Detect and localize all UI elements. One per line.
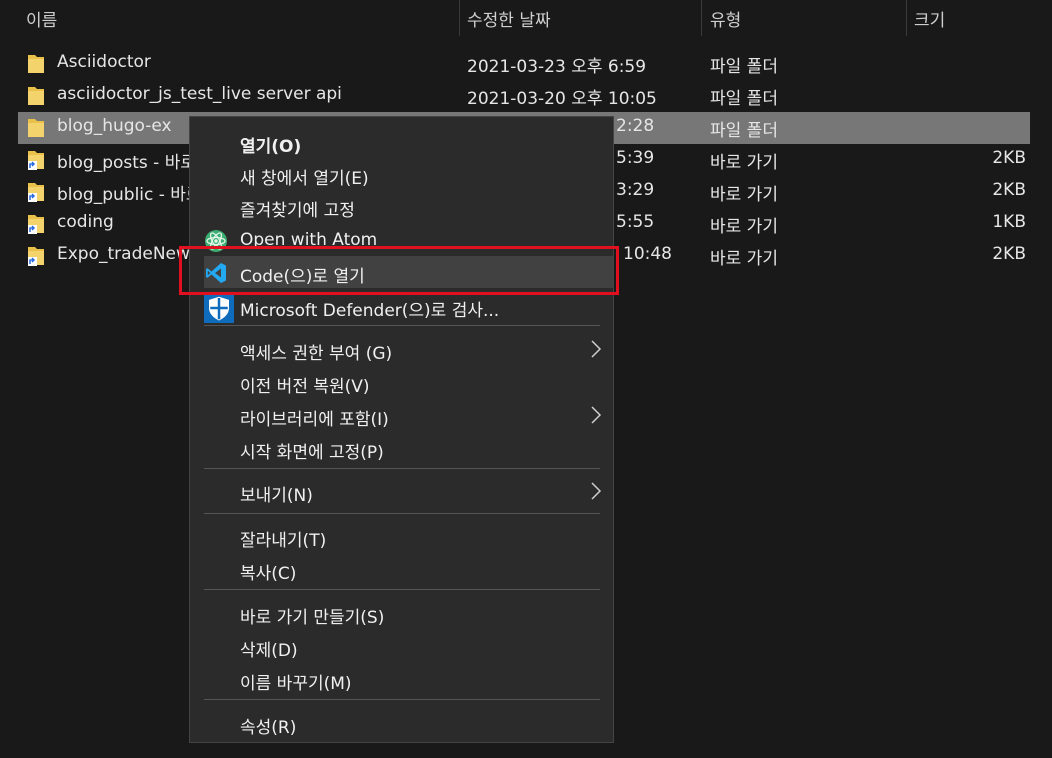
menu-item-label: Microsoft Defender(으)로 검사... (240, 301, 500, 321)
folder-shortcut-icon (28, 183, 44, 202)
menu-item-rename[interactable]: 이름 바꾸기(M) (190, 663, 613, 695)
menu-item-label: 속성(R) (240, 718, 297, 738)
column-divider[interactable] (459, 0, 460, 36)
menu-item-send-to[interactable]: 보내기(N) (190, 475, 613, 507)
file-size: 2KB (992, 180, 1026, 200)
file-date: 5:55 (616, 212, 655, 232)
menu-item-label: 즐겨찾기에 고정 (240, 201, 355, 221)
file-date: 3:29 (616, 180, 655, 200)
folder-icon (28, 119, 44, 137)
file-name: Expo_tradeNews (57, 244, 199, 264)
folder-shortcut-icon (28, 215, 44, 234)
file-name: coding (57, 212, 114, 232)
column-name-header[interactable]: 이름 (26, 6, 57, 31)
menu-item-label: 삭제(D) (240, 641, 298, 661)
column-size-header[interactable]: 크기 (914, 6, 945, 31)
file-size: 2KB (992, 244, 1026, 264)
folder-icon (28, 87, 44, 105)
menu-item-label: 새 창에서 열기(E) (240, 169, 369, 189)
file-size: 1KB (992, 212, 1026, 232)
menu-item-open[interactable]: 열기(O) (190, 126, 613, 158)
file-type: 바로 가기 (710, 217, 778, 237)
file-type: 바로 가기 (710, 185, 778, 205)
file-name: blog_hugo-ex (57, 116, 172, 136)
chevron-right-icon (591, 406, 602, 424)
column-type-header[interactable]: 유형 (710, 6, 741, 31)
file-type: 파일 폴더 (710, 57, 778, 77)
menu-separator (204, 699, 600, 700)
column-date-header[interactable]: 수정한 날짜 (467, 6, 551, 31)
menu-item-pin-start[interactable]: 시작 화면에 고정(P) (190, 432, 613, 464)
menu-item-open-new-window[interactable]: 새 창에서 열기(E) (190, 158, 613, 190)
menu-item-label: 열기(O) (240, 137, 302, 157)
file-date: 2021-03-20 오후 10:05 (467, 89, 657, 109)
menu-separator (204, 513, 600, 514)
menu-item-label: 바로 가기 만들기(S) (240, 608, 385, 628)
file-type: 바로 가기 (710, 153, 778, 173)
file-name: blog_posts - 바로 (57, 153, 196, 173)
folder-shortcut-icon (28, 151, 44, 170)
chevron-right-icon (591, 340, 602, 358)
file-type: 파일 폴더 (710, 121, 778, 141)
menu-item-give-access[interactable]: 액세스 권한 부여 (G) (190, 333, 613, 365)
column-divider[interactable] (906, 0, 907, 36)
folder-icon (28, 55, 44, 73)
menu-item-copy[interactable]: 복사(C) (190, 553, 613, 585)
menu-separator (204, 325, 600, 326)
menu-item-label: 이전 버전 복원(V) (240, 377, 370, 397)
menu-separator (204, 468, 600, 469)
highlight-annotation-box (179, 246, 619, 295)
file-date: 2021-03-23 오후 6:59 (467, 57, 647, 77)
menu-item-pin-quick-access[interactable]: 즐겨찾기에 고정 (190, 190, 613, 222)
column-header: ^ 이름 수정한 날짜 유형 크기 (0, 0, 1052, 36)
menu-item-properties[interactable]: 속성(R) (190, 707, 613, 739)
file-date: 2:28 (616, 116, 655, 136)
file-size: 2KB (992, 148, 1026, 168)
menu-item-delete[interactable]: 삭제(D) (190, 630, 613, 662)
folder-shortcut-icon (28, 247, 44, 266)
menu-item-label: 보내기(N) (240, 486, 313, 506)
file-type: 바로 가기 (710, 249, 778, 269)
menu-item-create-shortcut[interactable]: 바로 가기 만들기(S) (190, 597, 613, 629)
sort-caret-icon: ^ (231, 0, 241, 6)
menu-item-include-library[interactable]: 라이브러리에 포함(I) (190, 399, 613, 431)
file-name: asciidoctor_js_test_live server api (57, 84, 342, 104)
menu-item-label: 액세스 권한 부여 (G) (240, 344, 393, 364)
file-row[interactable]: asciidoctor_js_test_live server api 2021… (18, 80, 1030, 112)
column-divider[interactable] (701, 0, 702, 36)
file-name: blog_public - 바로 (57, 185, 202, 205)
context-menu: 열기(O) 새 창에서 열기(E) 즐겨찾기에 고정 Open with Ato… (189, 116, 614, 743)
menu-item-label: 라이브러리에 포함(I) (240, 410, 389, 430)
menu-item-restore-previous[interactable]: 이전 버전 복원(V) (190, 366, 613, 398)
file-date: 5:39 (616, 148, 655, 168)
file-row[interactable]: Asciidoctor 2021-03-23 오후 6:59 파일 폴더 (18, 48, 1030, 80)
menu-item-label: 시작 화면에 고정(P) (240, 443, 384, 463)
file-type: 파일 폴더 (710, 89, 778, 109)
menu-item-label: 복사(C) (240, 564, 297, 584)
menu-item-label: 잘라내기(T) (240, 531, 327, 551)
menu-separator (204, 589, 600, 590)
menu-item-cut[interactable]: 잘라내기(T) (190, 520, 613, 552)
chevron-right-icon (591, 482, 602, 500)
file-name: Asciidoctor (57, 52, 151, 72)
defender-shield-icon (204, 293, 234, 323)
file-date: 10:48 (623, 244, 672, 264)
menu-item-label: 이름 바꾸기(M) (240, 674, 352, 694)
